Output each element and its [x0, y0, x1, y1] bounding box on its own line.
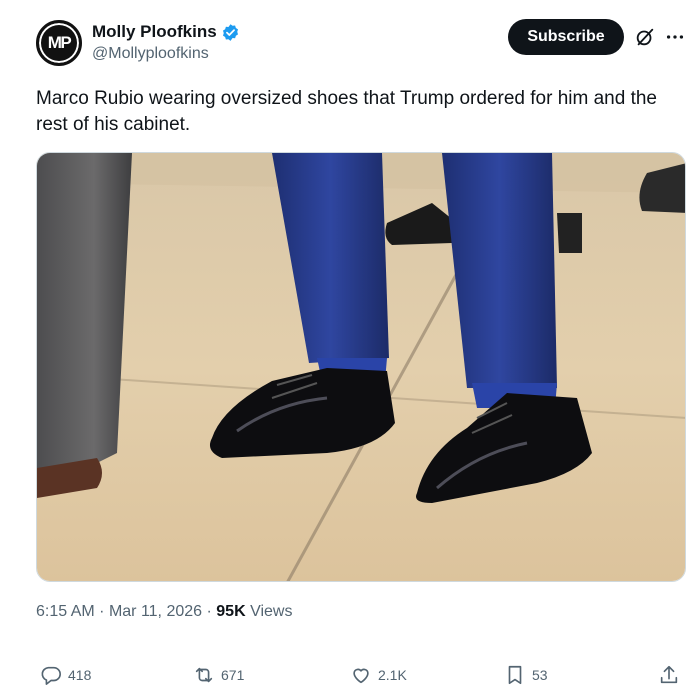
name-row: Molly Ploofkins — [92, 22, 240, 42]
repost-button[interactable]: 671 — [193, 660, 244, 690]
like-icon — [353, 668, 369, 684]
share-button[interactable] — [658, 660, 686, 690]
share-icon — [660, 665, 678, 684]
like-count: 2.1K — [378, 667, 407, 683]
repost-count: 671 — [221, 667, 245, 683]
like-button[interactable]: 2.1K — [350, 660, 407, 690]
views-label: Views — [250, 603, 293, 620]
bookmark-icon — [508, 665, 522, 685]
verified-badge-icon — [222, 23, 238, 41]
bookmark-button[interactable]: 53 — [504, 660, 548, 690]
bookmark-count: 53 — [532, 667, 548, 683]
reply-button[interactable]: 418 — [40, 660, 91, 690]
views-count: 95K — [216, 603, 246, 620]
tweet-meta: 6:15 AM · Mar 11, 2026 · 95K Views — [36, 603, 292, 621]
display-name[interactable]: Molly Ploofkins — [92, 22, 217, 42]
reply-count: 418 — [68, 667, 92, 683]
tweet-photo[interactable] — [36, 152, 686, 582]
meta-separator: · — [206, 603, 212, 620]
avatar[interactable]: MP — [36, 20, 82, 66]
user-handle[interactable]: @Mollyploofkins — [92, 45, 209, 63]
repost-icon — [195, 667, 213, 683]
meta-separator: · — [99, 603, 105, 620]
subscribe-button[interactable]: Subscribe — [508, 19, 624, 55]
reply-icon — [41, 666, 61, 685]
tweet-text: Marco Rubio wearing oversized shoes that… — [36, 88, 657, 135]
more-icon[interactable] — [664, 26, 686, 48]
grok-icon[interactable] — [634, 26, 656, 48]
tweet-header: MP Molly Ploofkins @Mollyploofkins Subsc… — [0, 0, 693, 80]
tweet-time[interactable]: 6:15 AM — [36, 603, 95, 620]
photo-shoes-image — [37, 153, 685, 581]
avatar-initials: MP — [47, 33, 72, 52]
tweet-date[interactable]: Mar 11, 2026 — [109, 603, 202, 620]
action-bar: 418 671 2.1K 53 — [0, 660, 693, 694]
